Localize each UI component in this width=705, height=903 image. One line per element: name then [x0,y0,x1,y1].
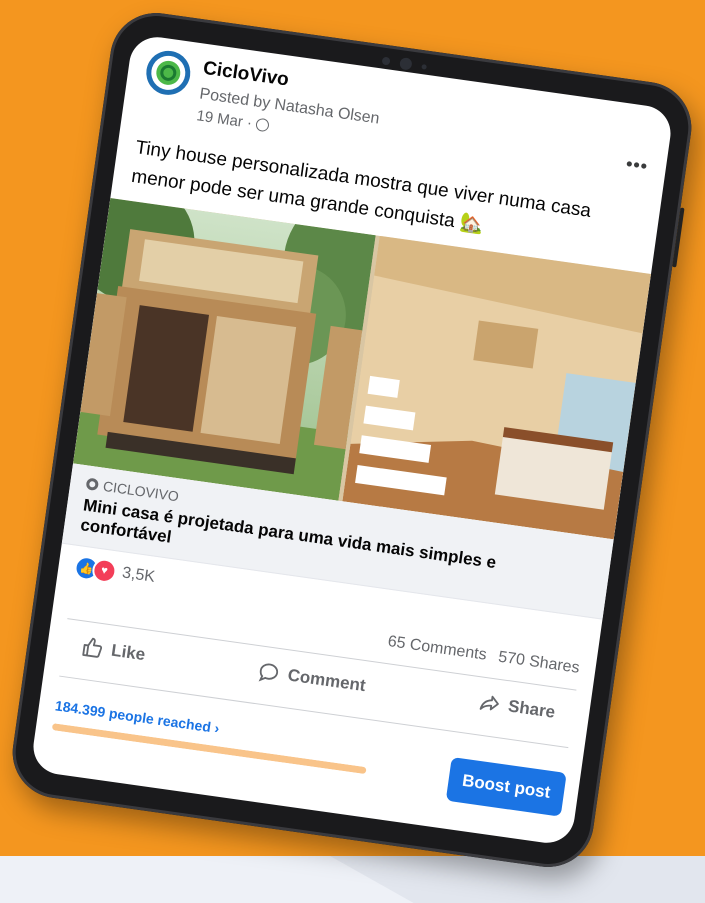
like-button[interactable]: Like [62,633,164,669]
thumbs-up-icon [82,637,103,658]
boost-post-button[interactable]: Boost post [445,756,567,817]
volume-button [672,207,685,268]
tiny-house-interior-photo [342,235,652,540]
share-label: Share [506,696,557,722]
love-reaction-icon: ♥ [90,557,118,585]
tablet-frame: CicloVivo Posted by Natasha Olsen 19 Mar… [6,7,698,873]
comments-count[interactable]: 65 Comments [387,633,488,665]
globe-icon [254,117,270,133]
link-icon [85,477,100,492]
like-label: Like [110,640,147,665]
reaction-summary[interactable]: 👍 ♥ 3,5K [73,554,157,590]
comment-icon [258,663,279,682]
reaction-count: 3,5K [121,564,157,586]
more-options-icon[interactable]: ••• [625,154,649,178]
share-button[interactable]: Share [459,689,574,727]
comment-button[interactable]: Comment [239,658,385,700]
bottom-strip [0,856,705,903]
post-date-text: 19 Mar · [195,107,254,132]
page-avatar[interactable] [143,48,194,98]
tiny-house-exterior-photo [73,198,376,501]
facebook-post: CicloVivo Posted by Natasha Olsen 19 Mar… [29,33,675,847]
share-icon [479,695,499,711]
reaction-icons: 👍 ♥ [73,554,118,585]
reach-progress-bar [51,723,410,781]
comment-label: Comment [286,665,367,696]
shares-count[interactable]: 570 Shares [497,649,580,678]
